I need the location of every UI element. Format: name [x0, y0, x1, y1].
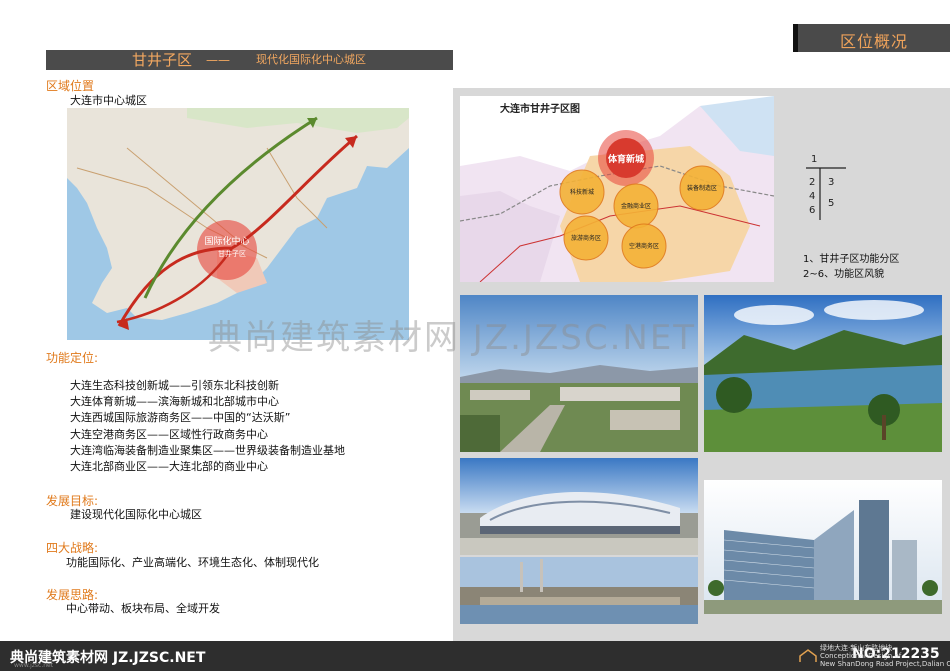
function-item: 大连体育新城——滨海新城和北部城市中心: [70, 395, 279, 408]
function-item: 大连北部商业区——大连北部的商业中心: [70, 460, 268, 473]
legend-grid: 1 2 3 4 5 6: [806, 154, 846, 220]
map-ring-label: 国际化中心: [204, 235, 249, 247]
legend-cell: 3: [828, 177, 834, 188]
legend-line-1: 1、甘井子区功能分区: [803, 254, 900, 265]
legend-cell: 6: [809, 205, 815, 216]
function-item: 大连生态科技创新城——引领东北科技创新: [70, 379, 279, 392]
footer-note-line-1: 绿地大连·新山东路地块: [820, 644, 893, 652]
strategy-heading: 四大战略:: [46, 541, 99, 555]
approach-text: 中心带动、板块布局、全域开发: [66, 602, 220, 615]
function-item: 大连湾临海装备制造业聚集区——世界级装备制造业基地: [70, 444, 345, 457]
footer-note: 绿地大连·新山东路地块 Conceptional Design of New S…: [820, 644, 950, 668]
zone-label: 旅游商务区: [571, 234, 601, 242]
title-bar: 甘井子区 —— 现代化国际化中心城区: [46, 50, 453, 70]
district-map: 大连市甘井子区图 体育新城 科技新城 金融商业区 装备制造区 旅游商务区 空港商…: [460, 96, 774, 282]
legend-cell: 1: [811, 154, 817, 165]
house-icon: [799, 649, 817, 662]
strategy-text: 功能国际化、产业高端化、环境生态化、体制现代化: [66, 556, 319, 569]
function-item: 大连西城国际旅游商务区——中国的“达沃斯”: [70, 411, 291, 424]
section-tab-label: 区位概况: [839, 32, 908, 51]
zone-label: 体育新城: [608, 153, 644, 165]
goal-text: 建设现代化国际化中心城区: [70, 508, 202, 521]
function-heading: 功能定位:: [46, 351, 99, 365]
zone-label: 科技新城: [570, 188, 594, 196]
map-upper-label: 甘井子区: [218, 249, 246, 258]
zone-label: 空港商务区: [629, 242, 659, 250]
title-main: 甘井子区: [132, 51, 193, 69]
dalian-map: 国际化中心 甘井子区: [67, 108, 409, 340]
function-item: 大连空港商务区——区域性行政商务中心: [70, 428, 268, 441]
footer-small-text: www.jzsc.net: [14, 662, 54, 669]
title-separator: ——: [206, 53, 230, 67]
photo-stadium: [460, 458, 698, 555]
zone-label: 金融商业区: [621, 202, 651, 210]
section-tab: 区位概况: [793, 24, 950, 52]
photo-harbor: [460, 557, 698, 624]
watermark: 典尚建筑素材网 JZ.JZSC.NET: [208, 318, 697, 358]
district-map-title: 大连市甘井子区图: [500, 102, 580, 115]
legend-line-2: 2~6、功能区风貌: [803, 269, 885, 280]
legend-cell: 5: [828, 198, 834, 209]
region-heading: 区域位置: [46, 79, 95, 93]
photo-office-building: [704, 480, 942, 614]
zone-label: 装备制造区: [687, 184, 717, 192]
photo-lake: [704, 295, 942, 452]
title-subtitle: 现代化国际化中心城区: [256, 53, 366, 66]
map-caption: 大连市中心城区: [70, 94, 147, 107]
legend-cell: 2: [809, 177, 815, 188]
footer-note-line-3: New ShanDong Road Project,Dalian City: [820, 660, 950, 668]
legend-cell: 4: [809, 191, 815, 202]
footer-note-line-2: Conceptional Design of: [820, 652, 902, 660]
